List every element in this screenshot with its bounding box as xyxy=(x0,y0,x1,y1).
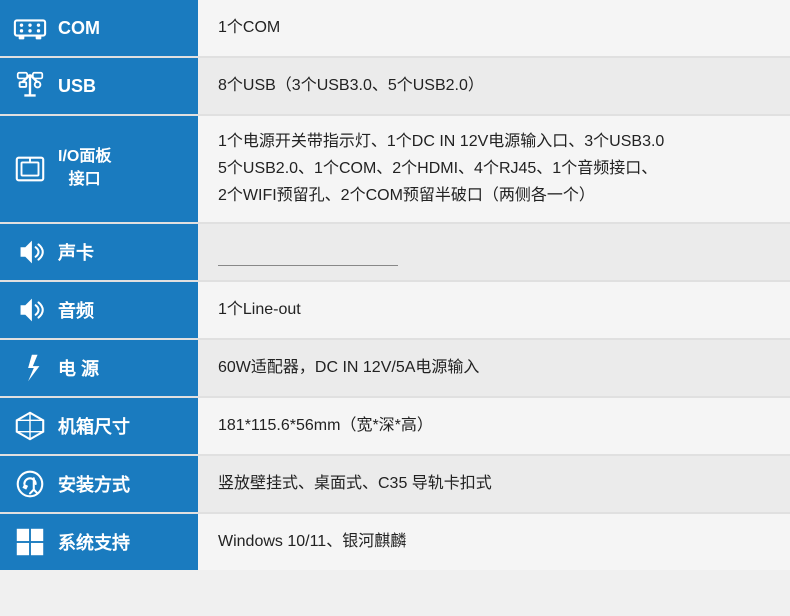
label-audio: 音频 xyxy=(0,281,198,339)
label-text-audio: 音频 xyxy=(58,297,94,323)
sound-icon xyxy=(12,234,48,270)
audio-icon xyxy=(12,292,48,328)
label-text-com: COM xyxy=(58,18,100,39)
label-com: COM xyxy=(0,0,198,57)
label-install: 安装方式 xyxy=(0,455,198,513)
label-sys: 系统支持 xyxy=(0,513,198,570)
usb-icon xyxy=(12,68,48,104)
io-icon xyxy=(12,151,48,187)
label-sound: 声卡 xyxy=(0,223,198,281)
label-text-sys: 系统支持 xyxy=(58,529,130,555)
value-usb: 8个USB（3个USB3.0、5个USB2.0） xyxy=(198,57,790,115)
com-icon xyxy=(12,10,48,46)
label-text-power: 电 源 xyxy=(58,355,99,381)
specs-table: COM 1个COM USB 8个USB（3个USB3.0、5个USB2.0） I/O… xyxy=(0,0,790,570)
sound-underline xyxy=(218,237,398,265)
label-text-sound: 声卡 xyxy=(58,239,94,265)
label-text-install: 安装方式 xyxy=(58,471,130,497)
value-com: 1个COM xyxy=(198,0,790,57)
label-case: 机箱尺寸 xyxy=(0,397,198,455)
label-text-case: 机箱尺寸 xyxy=(58,413,130,439)
label-io: I/O面板 接口 xyxy=(0,115,198,223)
label-text-usb: USB xyxy=(58,76,96,97)
install-icon xyxy=(12,466,48,502)
value-power: 60W适配器，DC IN 12V/5A电源输入 xyxy=(198,339,790,397)
value-sys: Windows 10/11、银河麒麟 xyxy=(198,513,790,570)
value-install: 竖放壁挂式、桌面式、C35 导轨卡扣式 xyxy=(198,455,790,513)
power-icon xyxy=(12,350,48,386)
label-text-io: I/O面板 接口 xyxy=(58,146,111,191)
sys-icon xyxy=(12,524,48,560)
label-power: 电 源 xyxy=(0,339,198,397)
value-case: 181*115.6*56mm（宽*深*高） xyxy=(198,397,790,455)
value-io: 1个电源开关带指示灯、1个DC IN 12V电源输入口、3个USB3.0 5个U… xyxy=(198,115,790,223)
value-sound xyxy=(198,223,790,281)
label-usb: USB xyxy=(0,57,198,115)
case-icon xyxy=(12,408,48,444)
value-audio: 1个Line-out xyxy=(198,281,790,339)
